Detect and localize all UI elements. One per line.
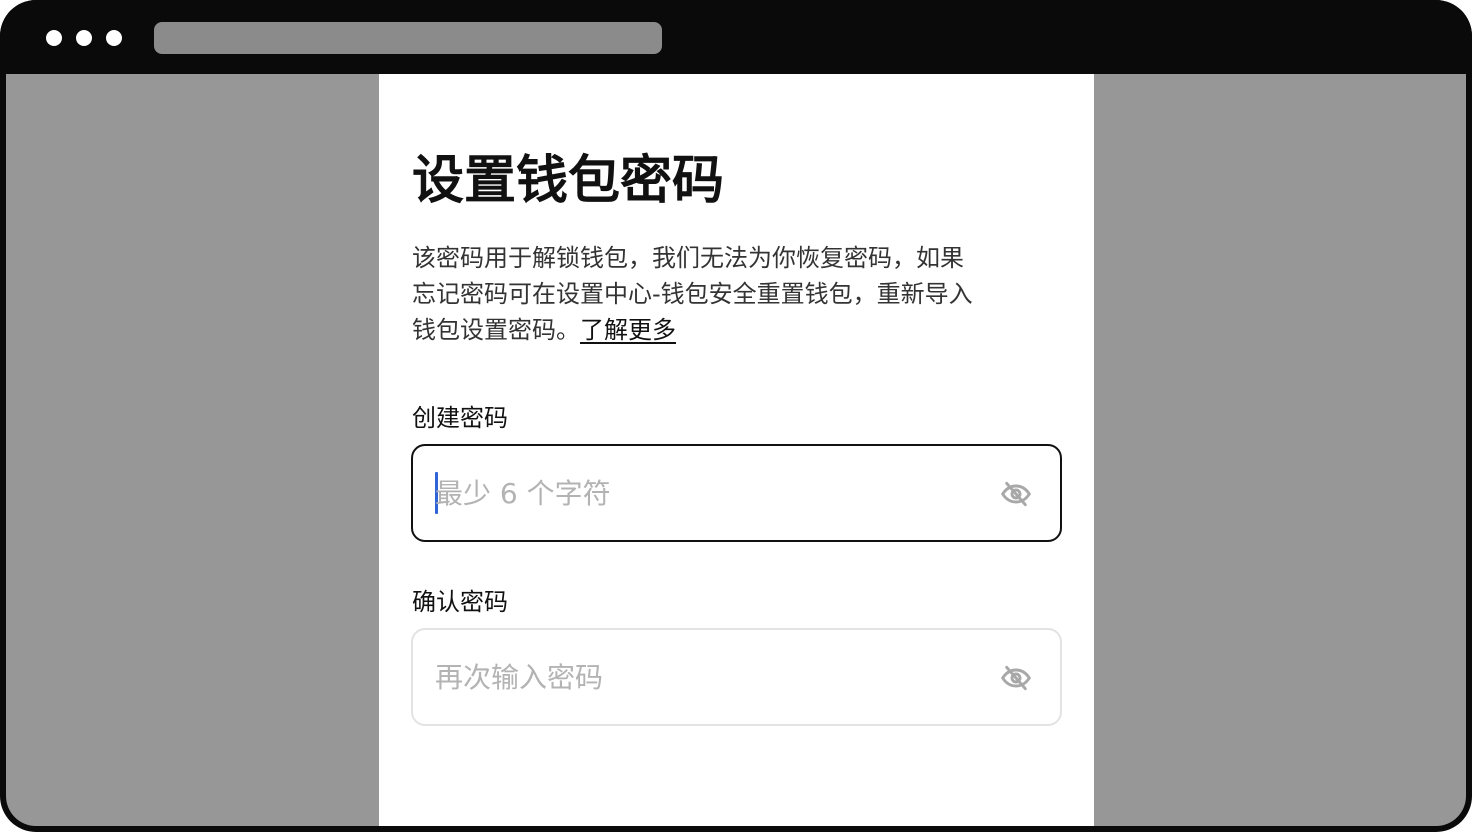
window-dot-icon[interactable] [106,30,122,46]
create-password-field[interactable] [411,444,1062,542]
eye-off-icon[interactable] [1000,662,1032,694]
password-setup-panel: 设置钱包密码 该密码用于解锁钱包，我们无法为你恢复密码，如果 忘记密码可在设置中… [379,74,1094,826]
confirm-password-field[interactable] [411,628,1062,726]
learn-more-link[interactable]: 了解更多 [580,316,676,344]
address-bar[interactable] [154,22,662,54]
description-line: 钱包设置密码。了解更多 [412,312,1064,348]
browser-titlebar [0,0,1472,74]
description-line: 忘记密码可在设置中心-钱包安全重置钱包，重新导入 [412,280,973,308]
window-dot-icon[interactable] [46,30,62,46]
eye-off-icon[interactable] [1000,478,1032,510]
create-password-label: 创建密码 [412,404,508,432]
window-dot-icon[interactable] [76,30,92,46]
browser-window: 设置钱包密码 该密码用于解锁钱包，我们无法为你恢复密码，如果 忘记密码可在设置中… [0,0,1472,832]
page-title: 设置钱包密码 [412,151,725,211]
page-description: 该密码用于解锁钱包，我们无法为你恢复密码，如果 忘记密码可在设置中心-钱包安全重… [412,240,1064,348]
page-viewport: 设置钱包密码 该密码用于解锁钱包，我们无法为你恢复密码，如果 忘记密码可在设置中… [6,74,1466,826]
confirm-password-input[interactable] [435,630,975,724]
description-line: 该密码用于解锁钱包，我们无法为你恢复密码，如果 [412,244,964,272]
confirm-password-label: 确认密码 [412,588,508,616]
create-password-input[interactable] [435,446,975,540]
description-text: 钱包设置密码。 [412,316,580,344]
